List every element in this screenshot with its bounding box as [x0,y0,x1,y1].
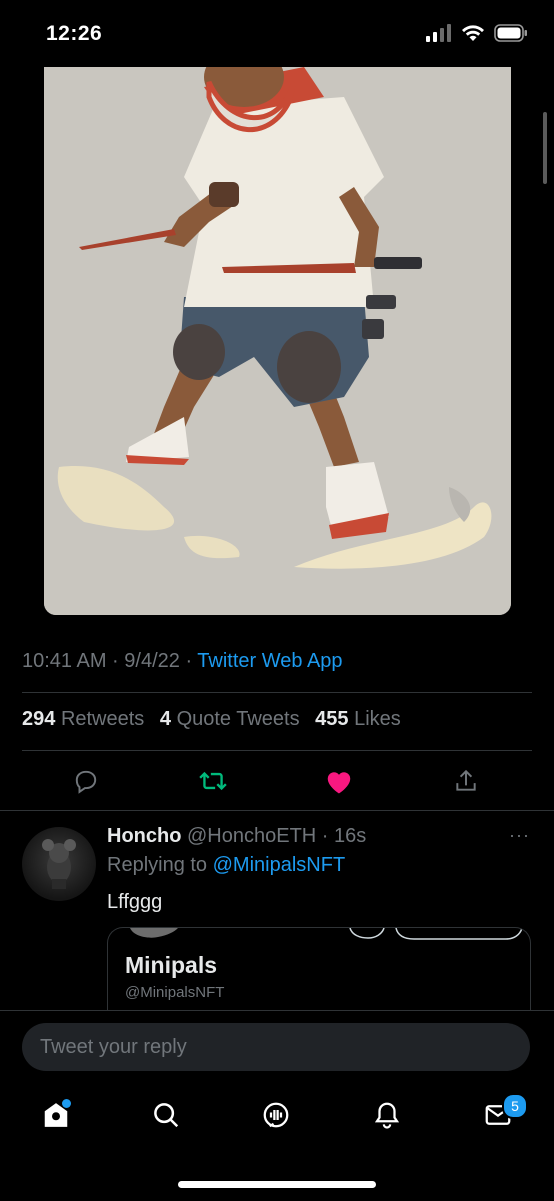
retweets-label: Retweets [60,708,145,730]
card-handle: @MinipalsNFT [125,984,225,1001]
tweet-source-link[interactable]: Twitter Web App [197,650,342,672]
status-icons [426,24,528,47]
notifications-icon [372,1100,402,1135]
reply-header: Honcho @HonchoETH · 16s [107,825,366,848]
retweet-icon[interactable] [198,766,228,796]
search-icon [151,1100,181,1135]
likes-count: 455 [315,708,349,730]
reply-icon[interactable] [71,766,101,796]
replying-prefix: Replying to [107,854,213,876]
tab-spaces[interactable] [258,1099,294,1135]
reply-author-name[interactable]: Honcho [107,825,181,847]
more-options-icon[interactable]: ··· [509,825,530,846]
status-time: 12:26 [46,22,103,45]
likes-stat[interactable]: 455 Likes [315,708,401,730]
home-indicator[interactable] [178,1181,376,1188]
tab-messages[interactable]: 5 [480,1093,528,1135]
divider [22,692,532,693]
card-title: Minipals [125,952,218,978]
like-icon[interactable] [324,766,354,796]
share-icon[interactable] [451,766,481,796]
reply-input[interactable] [22,1023,530,1071]
tweet-stats: 294 Retweets 4 Quote Tweets 455 Likes [22,708,401,731]
messages-badge: 5 [502,1093,528,1119]
home-unread-dot [62,1099,71,1108]
bottom-tab-bar: 5 [0,1091,554,1151]
tweet-media-image[interactable] [44,67,511,615]
quotes-label: Quote Tweets [176,708,300,730]
avatar[interactable] [22,827,96,901]
tweet-timestamp: 10:41 AM · 9/4/22 · Twitter Web App [22,650,343,673]
likes-label: Likes [354,708,401,730]
retweets-count: 294 [22,708,56,730]
scrollbar[interactable] [543,112,547,184]
quotes-count: 4 [159,708,171,730]
tweet-actions [0,752,554,810]
divider [0,810,554,811]
replying-to-mention[interactable]: @MinipalsNFT [213,854,346,876]
tab-home[interactable] [38,1099,74,1135]
reply-text: Lffggg [107,891,163,913]
reply-author-handle[interactable]: @HonchoETH [187,825,316,847]
compose-bar: 5 [0,1010,554,1201]
replying-to: Replying to @MinipalsNFT [107,854,345,877]
wifi-icon [461,24,485,47]
tab-search[interactable] [148,1099,184,1135]
status-bar: 12:26 [0,0,554,67]
tweet-time-date: 10:41 AM · 9/4/22 · [22,650,198,672]
battery-icon [494,24,528,47]
retweets-stat[interactable]: 294 Retweets [22,708,144,730]
spaces-icon [261,1100,291,1135]
quotes-stat[interactable]: 4 Quote Tweets [160,708,300,730]
reply-time: · 16s [316,825,367,847]
divider [22,750,532,751]
tab-notifications[interactable] [369,1099,405,1135]
signal-icon [426,24,452,47]
